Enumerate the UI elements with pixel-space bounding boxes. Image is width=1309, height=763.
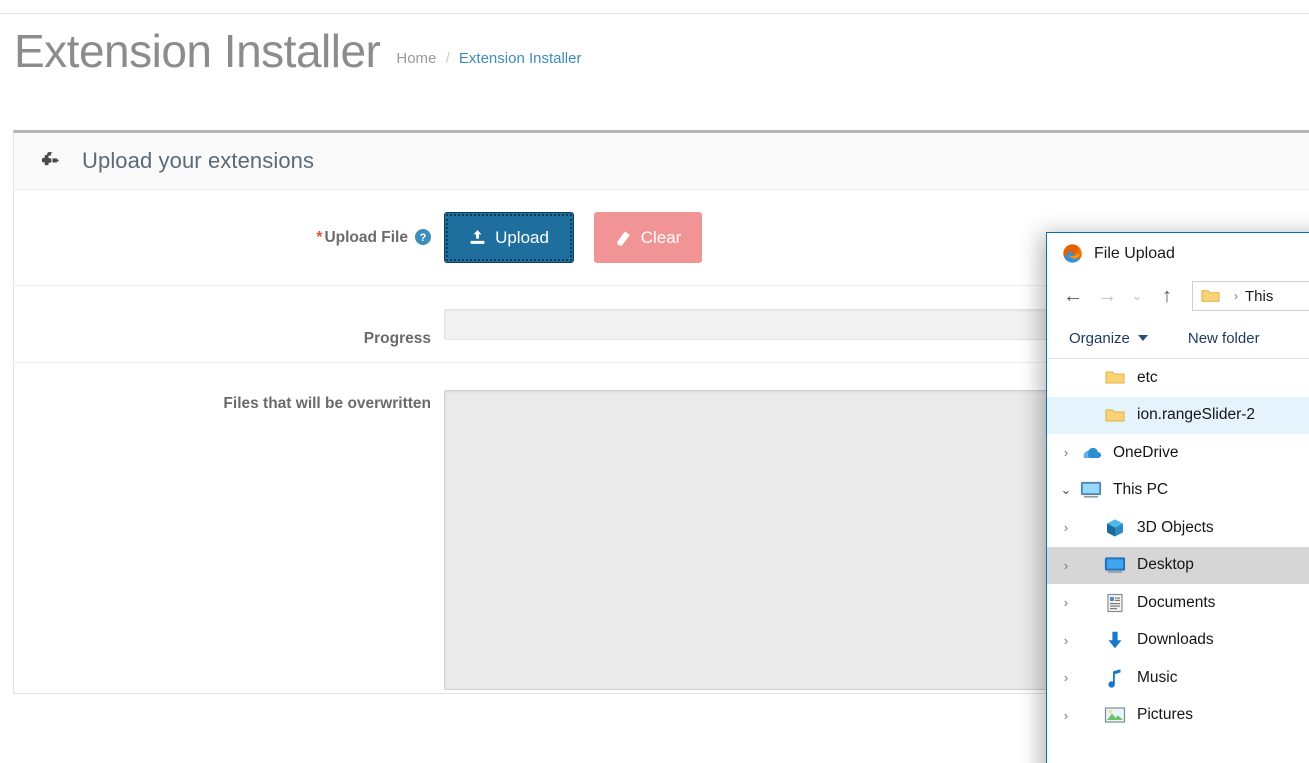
tree-item-label: Documents (1137, 593, 1216, 611)
dialog-titlebar: File Upload (1047, 233, 1309, 274)
chevron-right-icon[interactable]: › (1053, 708, 1079, 723)
file-upload-dialog: File Upload ← → ⌄ ↑ › This Organize New … (1046, 232, 1309, 763)
chevron-right-icon[interactable]: › (1053, 558, 1079, 573)
onedrive-cloud-icon (1079, 442, 1103, 464)
tree-item-label: Desktop (1137, 556, 1194, 574)
pictures-icon (1103, 704, 1127, 726)
puzzle-piece-icon (41, 152, 59, 166)
tree-item-ion-rangeslider-2[interactable]: ion.rangeSlider-2 (1047, 396, 1309, 434)
chevron-right-icon[interactable]: › (1053, 670, 1079, 685)
tree-item-label: Downloads (1137, 631, 1214, 649)
upload-file-label: * Upload File? (14, 228, 444, 247)
tree-item-desktop[interactable]: › Desktop (1047, 546, 1309, 584)
dialog-toolbar: Organize New folder (1047, 318, 1309, 359)
svg-text:?: ? (420, 232, 427, 244)
progress-label: Progress (363, 330, 431, 347)
chevron-right-icon[interactable]: › (1053, 633, 1079, 648)
tree-item-label: OneDrive (1113, 443, 1179, 461)
upload-file-label-text: Upload File (324, 228, 408, 246)
page-title: Extension Installer (14, 25, 381, 77)
dialog-navbar: ← → ⌄ ↑ › This (1047, 274, 1309, 318)
clear-button-label: Clear (640, 227, 682, 247)
dialog-title: File Upload (1094, 244, 1175, 262)
downloads-icon (1103, 629, 1127, 651)
up-arrow-icon[interactable]: ↑ (1150, 281, 1184, 311)
upload-button-label: Upload (495, 227, 549, 247)
folder-icon (1201, 290, 1220, 302)
chevron-right-icon[interactable]: › (1053, 595, 1079, 610)
tree-item-3d-objects[interactable]: › 3D Objects (1047, 509, 1309, 547)
panel-header: Upload your extensions (14, 133, 1309, 190)
breadcrumb-home-link[interactable]: Home (396, 50, 436, 67)
tree-item-label: ion.rangeSlider-2 (1137, 406, 1256, 424)
folder-icon (1103, 404, 1127, 426)
music-note-icon (1103, 667, 1127, 689)
new-folder-label: New folder (1187, 329, 1260, 347)
tree-item-label: This PC (1113, 481, 1169, 499)
eraser-icon (615, 229, 632, 246)
panel-title: Upload your extensions (82, 148, 315, 173)
organize-button[interactable]: Organize (1069, 330, 1148, 347)
tree-item-onedrive[interactable]: › OneDrive (1047, 434, 1309, 472)
organize-label: Organize (1069, 329, 1130, 347)
dialog-panes: etc ion.rangeSlider-2 › OneDrive ⌄ This PC › 3D… (1047, 359, 1309, 763)
tree-item-downloads[interactable]: › Downloads (1047, 622, 1309, 660)
upload-icon (469, 229, 486, 246)
back-arrow-icon[interactable]: ← (1056, 281, 1090, 311)
desktop-icon (1103, 554, 1127, 576)
app-root: Extension Installer Home / Extension Ins… (0, 0, 1309, 763)
address-path-text: This (1245, 287, 1274, 305)
tree-item-etc[interactable]: etc (1047, 359, 1309, 397)
top-divider (0, 13, 1309, 14)
chevron-right-icon[interactable]: › (1053, 445, 1079, 460)
chevron-down-icon[interactable]: ⌄ (1053, 482, 1079, 498)
tree-item-label: 3D Objects (1137, 518, 1214, 536)
address-chevron-icon: › (1234, 289, 1238, 303)
new-folder-button[interactable]: New folder (1188, 330, 1260, 347)
files-overwritten-label: Files that will be overwritten (223, 395, 431, 412)
tree-item-documents[interactable]: › Documents (1047, 584, 1309, 622)
tree-item-label: etc (1137, 368, 1158, 386)
address-bar[interactable]: › This (1192, 281, 1309, 311)
breadcrumb: Home / Extension Installer (396, 50, 581, 67)
required-asterisk: * (316, 228, 323, 246)
upload-button[interactable]: Upload (444, 212, 574, 263)
documents-icon (1103, 592, 1127, 614)
question-circle-icon[interactable]: ? (415, 228, 431, 245)
tree-item-this-pc[interactable]: ⌄ This PC (1047, 472, 1309, 510)
page-header: Extension Installer Home / Extension Ins… (14, 28, 581, 74)
chevron-down-icon (1137, 335, 1148, 341)
tree-item-music[interactable]: › Music (1047, 659, 1309, 697)
forward-arrow-icon[interactable]: → (1090, 281, 1124, 311)
navigation-tree[interactable]: etc ion.rangeSlider-2 › OneDrive ⌄ This PC › 3D… (1047, 359, 1309, 763)
recent-locations-chevron-icon[interactable]: ⌄ (1124, 281, 1150, 311)
tree-item-label: Music (1137, 668, 1178, 686)
clear-button[interactable]: Clear (594, 212, 702, 263)
chevron-right-icon[interactable]: › (1053, 520, 1079, 535)
folder-icon (1103, 367, 1127, 389)
breadcrumb-current[interactable]: Extension Installer (459, 50, 582, 67)
firefox-icon (1063, 244, 1082, 263)
this-pc-monitor-icon (1079, 479, 1103, 501)
3d-objects-icon (1103, 517, 1127, 539)
tree-item-label: Pictures (1137, 706, 1193, 724)
breadcrumb-separator: / (445, 50, 450, 67)
tree-item-pictures[interactable]: › Pictures (1047, 697, 1309, 735)
